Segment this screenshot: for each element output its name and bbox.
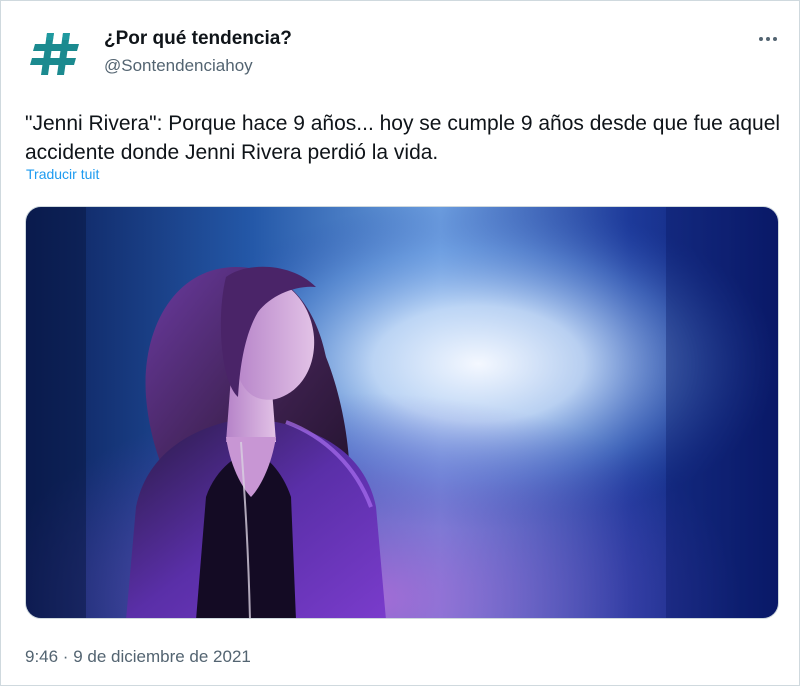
tweet-text: "Jenni Rivera": Porque hace 9 años... ho…: [25, 112, 781, 164]
tweet-media-image[interactable]: [25, 206, 779, 619]
translate-link[interactable]: Traducir tuit: [26, 166, 99, 182]
more-options-icon[interactable]: [753, 27, 783, 51]
tweet-card: ¿Por qué tendencia? @Sontendenciahoy "Je…: [0, 0, 800, 686]
hashtag-icon: [30, 33, 79, 75]
avatar[interactable]: [27, 23, 87, 83]
display-name[interactable]: ¿Por qué tendencia?: [104, 28, 292, 50]
tweet-timestamp[interactable]: 9:46 · 9 de diciembre de 2021: [25, 647, 251, 667]
user-handle[interactable]: @Sontendenciahoy: [104, 56, 253, 76]
